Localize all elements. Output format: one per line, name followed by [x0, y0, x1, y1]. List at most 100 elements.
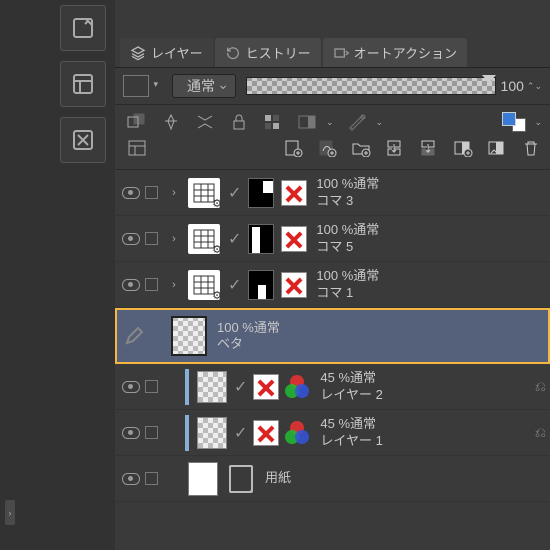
caret-icon: ⌄ [376, 117, 384, 128]
tab-layers-label: レイヤー [151, 43, 203, 62]
reference-icon[interactable] [160, 112, 182, 132]
clip-mask-icon[interactable] [126, 112, 148, 132]
new-vector-layer-icon[interactable] [316, 138, 338, 158]
caret-icon: ⌄ [326, 117, 334, 128]
layer-controls-row: 通常 100 [115, 68, 550, 105]
mask-thumbnail[interactable] [248, 178, 274, 208]
blend-mode-value: 通常 [187, 76, 215, 96]
new-raster-layer-icon[interactable] [282, 138, 304, 158]
layer-label: 45 %通常 レイヤー 2 [320, 370, 382, 403]
apply-mask-icon[interactable] [486, 138, 508, 158]
frame-folder-thumbnail [188, 270, 220, 300]
checkmark-icon: ✓ [228, 183, 241, 203]
disabled-mask-icon[interactable] [253, 420, 279, 446]
ruler-toggle-icon[interactable] [346, 112, 368, 132]
layer-row-paper[interactable]: 用紙 [115, 456, 550, 502]
visibility-toggle[interactable] [122, 279, 140, 291]
clip-indicator [185, 369, 189, 405]
layer-row-selected[interactable]: 100 %通常 ベタ [115, 308, 550, 364]
layers-icon [130, 45, 146, 61]
layer-row[interactable]: ✓ 45 %通常 レイヤー 1 ⎌ [115, 410, 550, 456]
layer-label: 100 %通常 コマ 1 [316, 268, 379, 301]
rail-button-1[interactable] [60, 5, 106, 51]
expand-toggle[interactable]: › [165, 279, 183, 291]
panel-view-icon[interactable] [126, 138, 148, 158]
visibility-toggle[interactable] [122, 233, 140, 245]
layer-label: 45 %通常 レイヤー 1 [320, 416, 382, 449]
visibility-toggle[interactable] [122, 427, 140, 439]
color-swatches[interactable] [502, 112, 526, 132]
disabled-mask-icon[interactable] [281, 180, 307, 206]
layer-checkbox[interactable] [145, 380, 158, 393]
layer-row[interactable]: ✓ 45 %通常 レイヤー 2 ⎌ [115, 364, 550, 410]
rail-button-2[interactable] [60, 61, 106, 107]
history-icon [225, 45, 241, 61]
layer-options-icon[interactable]: ⎌ [535, 424, 546, 441]
expand-handle[interactable]: › [5, 500, 15, 525]
tab-autoaction-label: オートアクション [354, 43, 457, 62]
layer-options-icon[interactable]: ⎌ [535, 378, 546, 395]
rail-button-3[interactable] [60, 117, 106, 163]
expand-toggle[interactable]: › [165, 187, 183, 199]
layer-thumbnail[interactable] [197, 371, 227, 403]
layer-thumbnail[interactable] [197, 417, 227, 449]
lock-transparent-icon[interactable] [262, 112, 284, 132]
edit-indicator-icon [124, 326, 144, 346]
layers-list: › ✓ 100 %通常 コマ 3 › ✓ 100 %通常 コマ 5 [115, 170, 550, 550]
layer-row-frame[interactable]: › ✓ 100 %通常 コマ 1 [115, 262, 550, 308]
checkmark-icon: ✓ [234, 377, 247, 397]
layer-thumbnail[interactable] [171, 316, 207, 356]
layer-checkbox[interactable] [145, 426, 158, 439]
autoaction-icon [333, 45, 349, 61]
frame-folder-thumbnail [188, 224, 220, 254]
left-tool-rail: › [0, 0, 115, 550]
layer-thumbnail[interactable] [188, 462, 218, 496]
paper-icon [229, 465, 253, 493]
opacity-slider[interactable] [246, 77, 496, 95]
merge-down-icon[interactable] [418, 138, 440, 158]
tab-layers[interactable]: レイヤー [120, 38, 213, 67]
new-folder-icon[interactable] [350, 138, 372, 158]
create-mask-icon[interactable] [452, 138, 474, 158]
expand-toggle[interactable]: › [165, 233, 183, 245]
delete-layer-icon[interactable] [520, 138, 542, 158]
layer-row-frame[interactable]: › ✓ 100 %通常 コマ 3 [115, 170, 550, 216]
layer-label: 100 %通常 コマ 3 [316, 176, 379, 209]
tab-history[interactable]: ヒストリー [215, 38, 321, 67]
layer-checkbox[interactable] [145, 232, 158, 245]
caret-icon: ⌄ [534, 117, 542, 128]
layer-checkbox[interactable] [145, 278, 158, 291]
layer-label: 100 %通常 コマ 5 [316, 222, 379, 255]
layer-checkbox[interactable] [145, 472, 158, 485]
tab-history-label: ヒストリー [246, 43, 311, 62]
transfer-down-icon[interactable] [384, 138, 406, 158]
checkmark-icon: ✓ [234, 423, 247, 443]
layer-action-bars: ⌄ ⌄ ⌄ [115, 105, 550, 170]
frame-folder-thumbnail [188, 178, 220, 208]
draft-icon[interactable] [194, 112, 216, 132]
layer-row-frame[interactable]: › ✓ 100 %通常 コマ 5 [115, 216, 550, 262]
color-adjust-icon [285, 420, 311, 446]
palette-color-button[interactable] [123, 75, 149, 97]
checkmark-icon: ✓ [228, 275, 241, 295]
disabled-mask-icon[interactable] [253, 374, 279, 400]
clip-indicator [185, 415, 189, 451]
layer-label: 100 %通常 ベタ [217, 320, 280, 353]
tab-autoaction[interactable]: オートアクション [323, 38, 467, 67]
mask-thumbnail[interactable] [248, 270, 274, 300]
panel-tabs: レイヤー ヒストリー オートアクション [115, 36, 550, 68]
visibility-toggle[interactable] [122, 473, 140, 485]
visibility-toggle[interactable] [122, 187, 140, 199]
mask-toggle-icon[interactable] [296, 112, 318, 132]
visibility-toggle[interactable] [122, 381, 140, 393]
blend-mode-select[interactable]: 通常 [172, 74, 236, 98]
layer-label: 用紙 [265, 470, 291, 486]
disabled-mask-icon[interactable] [281, 226, 307, 252]
disabled-mask-icon[interactable] [281, 272, 307, 298]
color-adjust-icon [285, 374, 311, 400]
opacity-value[interactable]: 100 [502, 78, 542, 94]
checkmark-icon: ✓ [228, 229, 241, 249]
lock-icon[interactable] [228, 112, 250, 132]
layer-checkbox[interactable] [145, 186, 158, 199]
mask-thumbnail[interactable] [248, 224, 274, 254]
